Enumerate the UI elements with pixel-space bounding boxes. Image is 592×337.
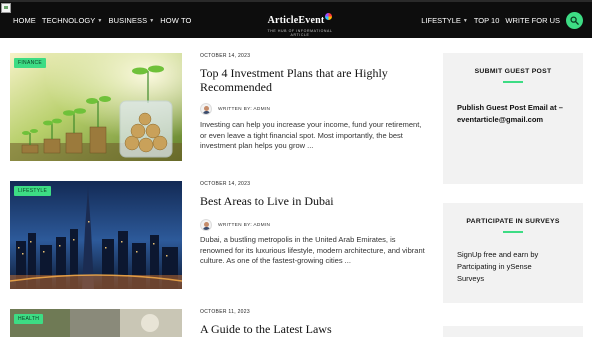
widget-title: PARTICIPATE IN SURVEYS [466, 218, 560, 225]
nav-home[interactable]: HOME [13, 16, 36, 25]
post-excerpt: Investing can help you increase your inc… [200, 120, 422, 150]
post-title[interactable]: Top 4 Investment Plans that are Highly R… [200, 66, 430, 94]
post-author: WRITTEN BY: ADMIN [200, 219, 270, 231]
nav-home-label: HOME [13, 16, 36, 25]
search-button[interactable] [566, 12, 583, 29]
widget-next [443, 326, 583, 337]
post-thumbnail-dubai[interactable]: LIFESTYLE [10, 181, 182, 289]
post-card: HEALTH OCTOBER 11, 2023 A Guide to the L… [10, 309, 420, 337]
widget-divider [503, 81, 523, 83]
widget-participate-in-surveys: PARTICIPATE IN SURVEYS SignUp free and e… [443, 203, 583, 303]
nav-write-for-us-label: WRITE FOR US [505, 16, 560, 25]
nav-top-10-label: TOP 10 [473, 16, 500, 25]
avatar [200, 219, 212, 231]
category-badge[interactable]: FINANCE [14, 58, 47, 68]
chevron-down-icon: ▼ [462, 17, 468, 24]
category-badge[interactable]: LIFESTYLE [14, 186, 52, 196]
widget-submit-guest-post: SUBMIT GUEST POST Publish Guest Post Ema… [443, 53, 583, 184]
primary-nav-left: HOME TECHNOLOGY ▼ BUSINESS ▼ HOW TO [13, 16, 191, 25]
post-title[interactable]: Best Areas to Live in Dubai [200, 194, 430, 208]
broken-image-icon [1, 3, 11, 13]
category-badge[interactable]: HEALTH [14, 314, 44, 324]
logo-text: ArticleEvent [267, 15, 325, 26]
nav-how-to-label: HOW TO [160, 16, 192, 25]
widget-title: SUBMIT GUEST POST [474, 68, 552, 75]
survey-line: SignUp free and earn by [457, 250, 539, 259]
nav-how-to[interactable]: HOW TO [160, 16, 191, 25]
post-date: OCTOBER 14, 2023 [200, 181, 251, 187]
nav-lifestyle[interactable]: LIFESTYLE ▼ [421, 16, 468, 25]
post-card: LIFESTYLE OCTOBER 14, 2023 Best Areas to… [10, 181, 425, 291]
post-card: FINANCE OCTOBER 14, 2023 Top 4 Investmen… [10, 53, 421, 163]
post-thumbnail-laws[interactable]: HEALTH [10, 309, 182, 337]
widget-text: Publish Guest Post Email at – eventartic… [443, 102, 583, 126]
logo-tagline: THE HUB OF INFORMATIONAL ARTICLE [267, 29, 333, 37]
avatar [200, 103, 212, 115]
author-label: WRITTEN BY: ADMIN [218, 106, 271, 112]
post-excerpt: Dubai, a bustling metropolis in the Unit… [200, 235, 425, 265]
nav-top-10[interactable]: TOP 10 [474, 16, 500, 25]
site-header: HOME TECHNOLOGY ▼ BUSINESS ▼ HOW TO Articl… [0, 0, 592, 38]
post-thumbnail-investment[interactable]: FINANCE [10, 53, 182, 161]
post-title[interactable]: A Guide to the Latest Laws [200, 322, 430, 336]
nav-lifestyle-label: LIFESTYLE [421, 16, 461, 25]
nav-technology[interactable]: TECHNOLOGY ▼ [42, 16, 103, 25]
guest-post-line: Publish Guest Post Email at – [457, 103, 563, 112]
post-date: OCTOBER 11, 2023 [200, 309, 250, 315]
nav-technology-label: TECHNOLOGY [41, 16, 96, 25]
nav-business[interactable]: BUSINESS ▼ [108, 16, 154, 25]
site-logo[interactable]: ArticleEvent THE HUB OF INFORMATIONAL AR… [258, 10, 342, 37]
chevron-down-icon: ▼ [97, 17, 103, 24]
primary-nav-right: LIFESTYLE ▼ TOP 10 WRITE FOR US [421, 16, 560, 25]
post-date: OCTOBER 14, 2023 [200, 53, 251, 59]
widget-divider [503, 231, 523, 233]
logo-globe-icon [325, 13, 333, 20]
post-author: WRITTEN BY: ADMIN [200, 103, 270, 115]
investment-coins-image [10, 53, 182, 161]
search-icon [570, 16, 579, 25]
nav-business-label: BUSINESS [108, 16, 148, 25]
nav-write-for-us[interactable]: WRITE FOR US [505, 16, 560, 25]
chevron-down-icon: ▼ [149, 17, 155, 24]
guest-post-email-link[interactable]: eventarticle@gmail.com [457, 114, 569, 126]
dubai-skyline-image [10, 181, 182, 289]
widget-text: SignUp free and earn by Partcipating in … [443, 249, 583, 285]
survey-line: Surveys [457, 274, 485, 283]
survey-line[interactable]: Partcipating in ySense [457, 261, 569, 273]
author-label: WRITTEN BY: ADMIN [218, 222, 271, 228]
